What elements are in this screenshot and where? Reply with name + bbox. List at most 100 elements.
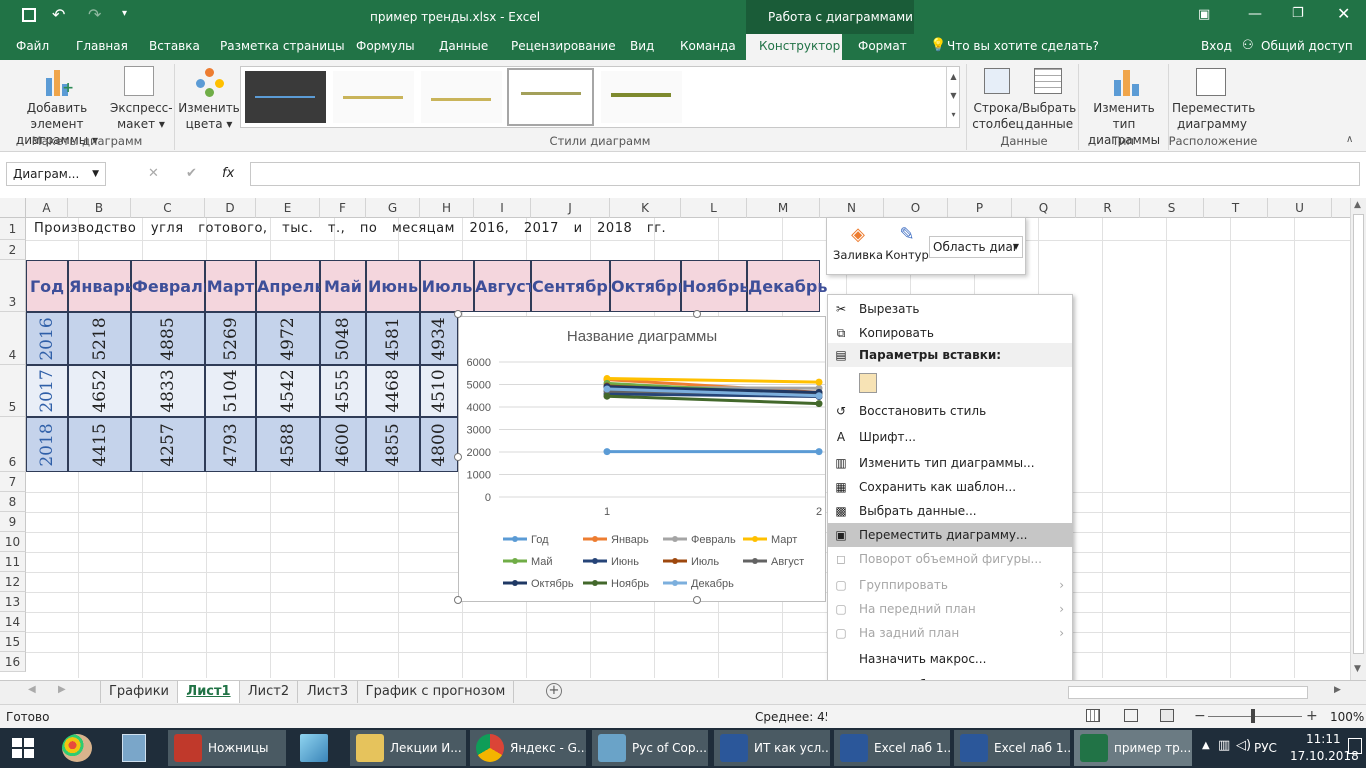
data-cell[interactable]: 4542 <box>256 365 320 417</box>
undo-icon[interactable]: ↶ <box>52 5 65 24</box>
restore-icon[interactable]: ❐ <box>1292 6 1304 21</box>
quick-layout-button[interactable]: Экспресс-макет ▾ <box>110 100 173 132</box>
horizontal-scrollbar[interactable] <box>1068 686 1308 699</box>
data-cell[interactable]: 4581 <box>366 312 420 365</box>
data-cell[interactable]: 4972 <box>256 312 320 365</box>
chart-element-dropdown[interactable]: Область диаг ▼ <box>929 236 1023 258</box>
resize-handle[interactable] <box>693 596 701 604</box>
tab-file[interactable]: Файл <box>16 39 49 53</box>
formula-input[interactable] <box>250 162 1360 186</box>
header-cell[interactable]: Июль <box>420 260 474 312</box>
tray-chevron-icon[interactable]: ▲ <box>1202 740 1210 751</box>
col-header[interactable]: O <box>884 198 948 218</box>
name-box[interactable]: Диаграм... ▼ <box>6 162 106 186</box>
notepad-icon[interactable] <box>300 734 328 762</box>
row-header[interactable]: 6 <box>0 417 26 472</box>
zoom-out-icon[interactable]: − <box>1194 708 1206 724</box>
taskbar-item[interactable]: Excel лаб 1... <box>834 730 950 766</box>
taskbar-item[interactable]: Ножницы <box>168 730 286 766</box>
context-menu-item[interactable]: ↺ Восстановить стиль <box>828 399 1072 423</box>
zoom-level[interactable]: 100% <box>1330 710 1364 724</box>
context-menu-item[interactable]: ▤ Параметры вставки: <box>828 343 1072 367</box>
row-header[interactable]: 14 <box>0 612 26 632</box>
tab-home[interactable]: Главная <box>76 39 128 53</box>
select-data-button[interactable]: Выбрать данные <box>1022 100 1076 132</box>
sheet-tab[interactable]: Лист2 <box>240 681 298 703</box>
data-cell[interactable]: 5104 <box>205 365 256 417</box>
col-header[interactable]: T <box>1204 198 1268 218</box>
change-colors-button[interactable]: Изменить цвета ▾ <box>178 100 240 132</box>
col-header[interactable]: M <box>747 198 820 218</box>
row-header[interactable]: 16 <box>0 652 26 672</box>
col-header[interactable]: S <box>1140 198 1204 218</box>
row-header[interactable]: 5 <box>0 365 26 417</box>
col-header[interactable]: E <box>256 198 320 218</box>
header-cell[interactable]: Сентябрь <box>531 260 618 312</box>
header-cell[interactable]: Апрель <box>256 260 325 312</box>
sheet-title[interactable]: Производство угля готового, тыс. т., по … <box>34 221 820 236</box>
style-thumb-3[interactable] <box>421 71 502 123</box>
context-menu-item[interactable]: ▩ Выбрать данные... <box>828 499 1072 523</box>
header-cell[interactable]: Март <box>205 260 256 312</box>
signin-link[interactable]: Вход <box>1201 39 1232 53</box>
data-cell[interactable]: 4800 <box>420 417 458 472</box>
row-header[interactable]: 10 <box>0 532 26 552</box>
col-header[interactable]: L <box>681 198 747 218</box>
style-thumb-4-selected[interactable] <box>507 68 594 126</box>
language-indicator[interactable]: РУС <box>1254 741 1277 755</box>
data-cell[interactable]: 4934 <box>420 312 458 365</box>
next-sheet-icon[interactable]: ▶ <box>58 684 66 695</box>
move-chart-button[interactable]: Переместить диаграмму <box>1172 100 1255 132</box>
paste-icon[interactable] <box>859 373 877 393</box>
line-chart[interactable]: Название диаграммы6000500040003000200010… <box>459 317 825 601</box>
header-cell[interactable]: Февраль <box>131 260 213 312</box>
year-cell[interactable]: 2018 <box>26 417 68 472</box>
data-cell[interactable]: 4600 <box>320 417 366 472</box>
tab-format[interactable]: Формат <box>858 39 907 53</box>
col-header[interactable]: R <box>1076 198 1140 218</box>
taskbar-item[interactable]: Рус оf Cор... <box>592 730 708 766</box>
outline-button[interactable]: ✎ Контур <box>885 222 929 272</box>
zoom-in-icon[interactable]: + <box>1306 708 1318 724</box>
add-sheet-icon[interactable]: + <box>546 683 562 699</box>
row-header[interactable]: 1 <box>0 218 26 240</box>
page-layout-view-icon[interactable] <box>1124 709 1138 722</box>
minimize-icon[interactable]: — <box>1248 6 1262 22</box>
context-menu-item[interactable]: ▣ Переместить диаграмму... <box>828 523 1072 547</box>
data-cell[interactable]: 4468 <box>366 365 420 417</box>
fx-icon[interactable]: fx <box>222 166 234 181</box>
scroll-down-icon[interactable]: ▼ <box>1354 664 1361 674</box>
row-header[interactable]: 12 <box>0 572 26 592</box>
row-header[interactable]: 11 <box>0 552 26 572</box>
network-icon[interactable]: ▥ <box>1218 738 1230 753</box>
data-cell[interactable]: 4855 <box>366 417 420 472</box>
vertical-scrollbar[interactable]: ▲ ▼ <box>1350 198 1366 680</box>
context-menu-item[interactable]: ▦ Сохранить как шаблон... <box>828 475 1072 499</box>
context-menu-item[interactable]: Назначить макрос... <box>828 647 1072 671</box>
data-cell[interactable]: 4885 <box>131 312 205 365</box>
zoom-thumb[interactable] <box>1251 709 1255 723</box>
notifications-icon[interactable] <box>1348 738 1362 754</box>
col-header[interactable]: A <box>26 198 68 218</box>
context-menu-item[interactable]: ✂ Вырезать <box>828 297 1072 321</box>
header-cell[interactable]: Декабрь <box>747 260 828 312</box>
context-menu-item[interactable]: A Шрифт... <box>828 425 1072 449</box>
cancel-icon[interactable]: ✕ <box>148 166 159 181</box>
data-cell[interactable]: 4257 <box>131 417 205 472</box>
data-cell[interactable]: 4510 <box>420 365 458 417</box>
share-button[interactable]: Общий доступ <box>1261 39 1353 53</box>
chart-styles-gallery[interactable]: ▲ ▼ ▾ <box>240 66 960 128</box>
tab-formulas[interactable]: Формулы <box>356 39 415 53</box>
tab-review[interactable]: Рецензирование <box>511 39 616 53</box>
context-menu-item[interactable]: ⧉ Копировать <box>828 321 1072 345</box>
row-header[interactable]: 8 <box>0 492 26 512</box>
row-header[interactable]: 4 <box>0 312 26 365</box>
data-cell[interactable]: 5269 <box>205 312 256 365</box>
header-cell[interactable]: Июнь <box>366 260 420 312</box>
normal-view-icon[interactable] <box>1086 709 1100 722</box>
row-header[interactable]: 9 <box>0 512 26 532</box>
style-thumb-2[interactable] <box>333 71 414 123</box>
data-cell[interactable]: 4415 <box>68 417 131 472</box>
customize-qat-icon[interactable]: ▾ <box>122 8 127 19</box>
year-cell[interactable]: 2017 <box>26 365 68 417</box>
